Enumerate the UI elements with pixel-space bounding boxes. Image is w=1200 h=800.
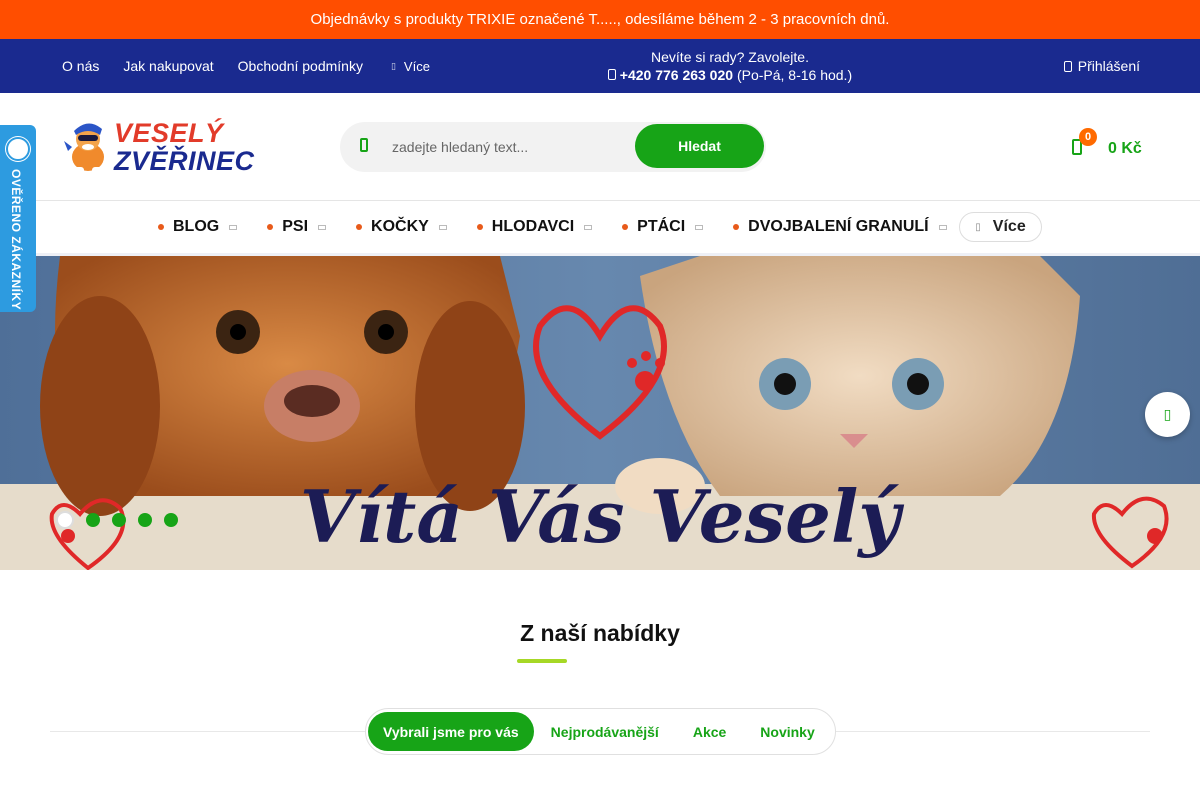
dropdown-icon xyxy=(229,224,238,230)
slider-dot[interactable] xyxy=(86,513,100,527)
menu-item-label: HLODAVCI xyxy=(491,218,575,235)
menu-item-label: KOČKY xyxy=(371,218,429,235)
tab-sale[interactable]: Akce xyxy=(676,712,743,751)
phone-icon xyxy=(607,69,616,80)
hero-headline: Vítá Vás Veselý zvěřinec xyxy=(299,474,901,570)
cart-total: 0 Kč xyxy=(1108,140,1142,157)
logo[interactable]: VESELÝ ZVĚŘINEC xyxy=(62,117,282,177)
user-icon xyxy=(1063,60,1072,72)
top-links: O nás Jak nakupovat Obchodní podmínky ▯ … xyxy=(62,39,430,93)
menu-item-rodents[interactable]: HLODAVCI xyxy=(476,218,593,236)
bullet-icon xyxy=(622,224,629,230)
menu-item-blog[interactable]: BLOG xyxy=(158,218,238,236)
top-link-how-to-buy[interactable]: Jak nakupovat xyxy=(123,58,213,74)
hours: (Po-Pá, 8-16 hod.) xyxy=(736,67,853,83)
menu-item-label: PSI xyxy=(282,218,309,235)
header: VESELÝ ZVĚŘINEC Hledat 0 0 Kč xyxy=(0,93,1200,201)
main-menu: BLOG PSI KOČKY HLODAVCI PTÁCI DVOJBALENÍ… xyxy=(0,201,1200,256)
search-icon xyxy=(360,138,368,152)
tab-new[interactable]: Novinky xyxy=(743,712,831,751)
slider-dots xyxy=(56,511,178,529)
slider-dot[interactable] xyxy=(138,513,152,527)
menu-item-birds[interactable]: PTÁCI xyxy=(622,218,704,236)
section-title: Z naší nabídky xyxy=(520,620,680,646)
search-button[interactable]: Hledat xyxy=(635,124,764,168)
phone-number[interactable]: +420 776 263 020 xyxy=(620,67,733,83)
section-title-underline xyxy=(517,659,567,663)
slider-next-button[interactable]: ▯ xyxy=(1145,392,1190,437)
login-label: Přihlášení xyxy=(1077,58,1140,74)
menu-item-label: BLOG xyxy=(173,218,220,235)
menu-item-double-packs[interactable]: DVOJBALENÍ GRANULÍ xyxy=(733,218,947,236)
verified-customers-badge[interactable]: OVĚŘENO ZÁKAZNÍKY xyxy=(0,125,36,312)
menu-icon: ▯ xyxy=(390,60,396,71)
dropdown-icon xyxy=(938,224,947,230)
top-more-label: Více xyxy=(403,58,430,74)
logo-line-1: VESELÝ xyxy=(114,118,224,148)
tab-bestsellers[interactable]: Nejprodávanější xyxy=(534,712,676,751)
chevron-right-icon: ▯ xyxy=(1163,406,1172,422)
bullet-icon xyxy=(733,224,740,230)
menu-item-dogs[interactable]: PSI xyxy=(267,218,327,236)
tab-picked-for-you[interactable]: Vybrali jsme pro vás xyxy=(368,712,534,751)
logo-text: VESELÝ ZVĚŘINEC xyxy=(114,119,255,175)
verified-seal-icon xyxy=(6,137,30,161)
bullet-icon xyxy=(476,224,483,230)
bullet-icon xyxy=(158,224,164,230)
announcement-text: Objednávky s produkty TRIXIE označené T.… xyxy=(310,11,890,28)
login-button[interactable]: Přihlášení xyxy=(1063,39,1140,93)
menu-item-cats[interactable]: KOČKY xyxy=(356,218,447,236)
top-more-button[interactable]: ▯ Více xyxy=(391,59,430,74)
dog-mascot-logo-icon xyxy=(64,123,104,175)
bullet-icon xyxy=(356,224,363,230)
slider-dot[interactable] xyxy=(112,513,126,527)
logo-line-2: ZVĚŘINEC xyxy=(114,146,255,176)
menu-item-label: PTÁCI xyxy=(637,218,686,235)
dropdown-icon xyxy=(695,224,704,230)
help-text: Nevíte si rady? Zavolejte. xyxy=(651,49,809,65)
bullet-icon xyxy=(267,224,274,230)
menu-more-button[interactable]: ▯ Více xyxy=(959,212,1042,242)
dropdown-icon xyxy=(318,224,327,230)
announcement-bar: Objednávky s produkty TRIXIE označené T.… xyxy=(0,0,1200,39)
help-contact: Nevíte si rady? Zavolejte. +420 776 263 … xyxy=(560,48,900,84)
phone-line[interactable]: +420 776 263 020 (Po-Pá, 8-16 hod.) xyxy=(560,66,900,84)
menu-more-label: Více xyxy=(992,218,1026,235)
slider-dot[interactable] xyxy=(164,513,178,527)
verified-badge-label: OVĚŘENO ZÁKAZNÍKY xyxy=(9,169,23,311)
dropdown-icon xyxy=(584,224,593,230)
cart-count-badge: 0 xyxy=(1079,128,1097,146)
product-tabs: Vybrali jsme pro vás Nejprodávanější Akc… xyxy=(365,708,836,755)
top-link-terms[interactable]: Obchodní podmínky xyxy=(238,58,363,74)
top-link-about[interactable]: O nás xyxy=(62,58,99,74)
hero-banner[interactable]: Vítá Vás Veselý zvěřinec ▯ xyxy=(0,256,1200,570)
search-input[interactable] xyxy=(392,134,622,160)
menu-item-label: DVOJBALENÍ GRANULÍ xyxy=(748,218,929,235)
search-bar: Hledat xyxy=(340,122,766,172)
slider-dot[interactable] xyxy=(56,511,74,529)
top-navigation: O nás Jak nakupovat Obchodní podmínky ▯ … xyxy=(0,39,1200,93)
menu-items: BLOG PSI KOČKY HLODAVCI PTÁCI DVOJBALENÍ… xyxy=(158,201,977,253)
dropdown-icon xyxy=(438,224,447,230)
menu-icon: ▯ xyxy=(975,221,981,233)
cart-button[interactable]: 0 0 Kč xyxy=(1066,128,1156,165)
